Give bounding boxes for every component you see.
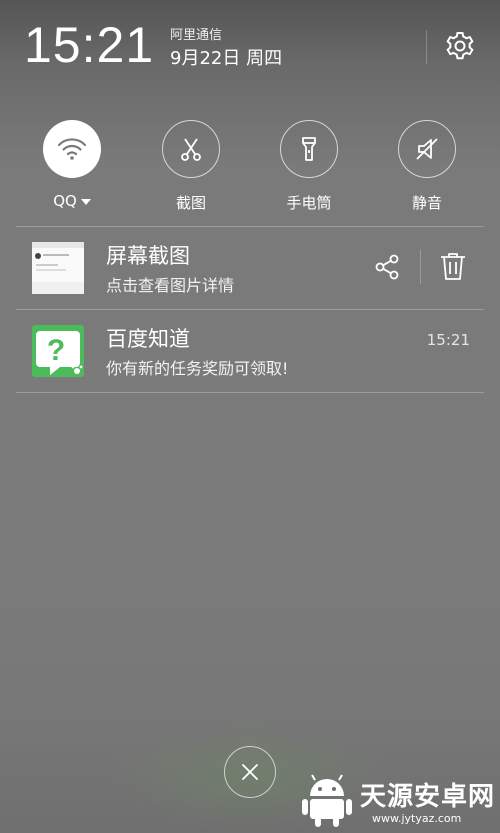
notification-title: 百度知道 — [106, 327, 190, 351]
notification-body: 你有新的任务奖励可领取! — [106, 359, 289, 378]
divider — [16, 226, 484, 227]
quick-toggle-flashlight[interactable]: 手电筒 — [264, 120, 354, 213]
svg-text:?: ? — [47, 334, 65, 367]
clock: 15:21 — [24, 17, 155, 73]
quick-toggle-label: 手电筒 — [286, 194, 332, 212]
quick-toggle-label: 截图 — [175, 194, 206, 212]
notification-time: 15:21 — [426, 331, 470, 349]
watermark-url: www.jytyaz.com — [372, 812, 462, 825]
notification-title: 屏幕截图 — [106, 244, 190, 268]
status-header: 15:21 阿里通信 9月22日 周四 — [0, 0, 500, 90]
notification-screenshot[interactable]: 屏幕截图 点击查看图片详情 — [16, 228, 484, 310]
quick-toggle-label: QQ — [53, 192, 77, 210]
share-icon[interactable] — [372, 252, 402, 282]
gear-icon[interactable] — [444, 30, 476, 62]
notification-body: 点击查看图片详情 — [106, 276, 235, 295]
divider — [16, 392, 484, 393]
screenshot-thumbnail — [32, 242, 84, 294]
android-logo-icon — [300, 774, 354, 828]
date-label: 9月22日 周四 — [170, 48, 283, 69]
flashlight-icon[interactable] — [280, 120, 338, 178]
scissors-icon[interactable] — [162, 120, 220, 178]
caret-down-icon[interactable] — [80, 198, 91, 205]
baidu-zhidao-app-icon: ? — [32, 325, 84, 377]
carrier-name: 阿里通信 — [170, 28, 223, 43]
action-divider — [420, 250, 421, 284]
speaker-muted-icon[interactable] — [398, 120, 456, 178]
notification-baidu-zhidao[interactable]: ? 百度知道 你有新的任务奖励可领取! 15:21 — [16, 311, 484, 393]
quick-toggle-label: 静音 — [411, 194, 442, 212]
divider — [16, 309, 484, 310]
watermark: 天源安卓网 www.jytyaz.com — [290, 770, 500, 833]
watermark-name: 天源安卓网 — [360, 782, 496, 812]
quick-toggle-wifi[interactable]: QQ — [27, 120, 117, 210]
wifi-icon[interactable] — [43, 120, 101, 178]
trash-icon[interactable] — [438, 250, 468, 282]
quick-toggle-screenshot[interactable]: 截图 — [146, 120, 236, 213]
quick-toggle-mute[interactable]: 静音 — [382, 120, 472, 213]
header-divider — [426, 30, 427, 64]
close-icon[interactable] — [224, 746, 276, 798]
